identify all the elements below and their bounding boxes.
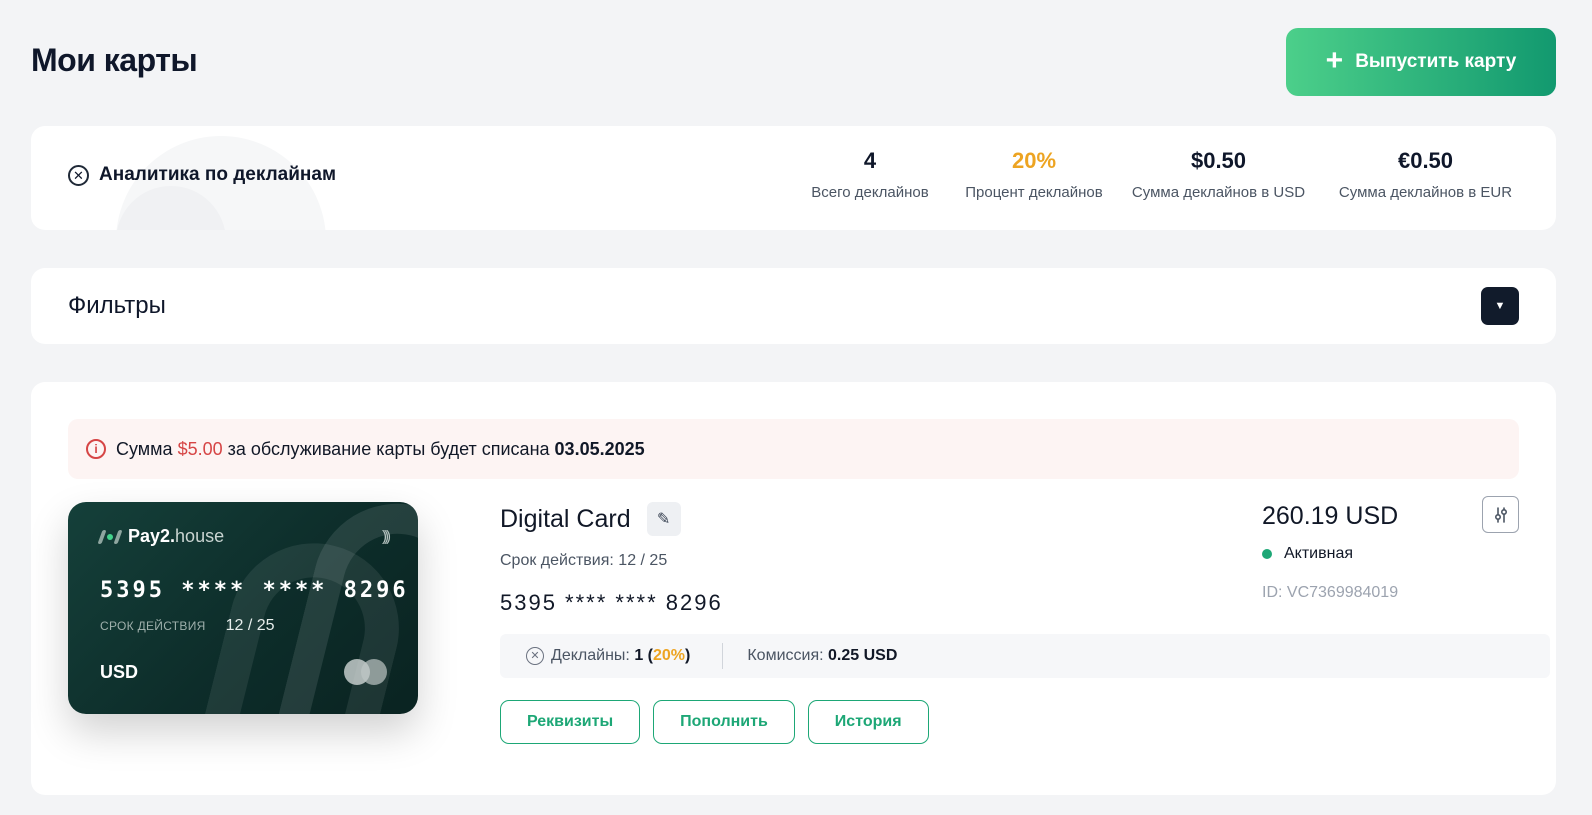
declines-close: ) [685, 647, 691, 664]
filters-title: Фильтры [68, 292, 166, 319]
x-circle-icon: ✕ [68, 164, 89, 186]
page-title: Мои карты [31, 42, 198, 78]
mastercard-icon [344, 659, 388, 685]
notice-prefix: Сумма [116, 438, 173, 459]
analytics-title-text: Аналитика по деклайнам [99, 164, 336, 185]
notice-date: 03.05.2025 [554, 438, 645, 459]
stat-value: $0.50 [1190, 148, 1247, 173]
page-header: Мои карты + Выпустить карту [31, 28, 1556, 96]
stat-label: Сумма деклайнов в USD [1131, 184, 1306, 201]
edit-card-name-button[interactable]: ✎ [646, 502, 681, 536]
stat-value: 20% [1011, 148, 1057, 173]
issue-card-button[interactable]: + Выпустить карту [1286, 28, 1556, 96]
pencil-icon: ✎ [656, 511, 671, 528]
declines-count: 1 ( [634, 647, 653, 664]
stat-value: €0.50 [1397, 148, 1454, 173]
card-validity: Срок действия: 12 / 25 [500, 552, 668, 569]
plus-icon: + [1325, 44, 1344, 77]
card-name: Digital Card [500, 504, 631, 533]
details-button[interactable]: Реквизиты [500, 700, 641, 744]
cards-list-panel: i Сумма $5.00 за обслуживание карты буде… [31, 382, 1556, 795]
decline-analytics-panel: ✕ Аналитика по деклайнам 4 Всего деклайн… [31, 126, 1556, 230]
divider [722, 643, 724, 669]
stat-decline-sum-usd: $0.50 Сумма деклайнов в USD [1121, 146, 1316, 201]
card-visual-expiry: СРОК ДЕЙСТВИЯ 12 / 25 [100, 617, 275, 635]
logo-brand-bold: Pay2. [128, 526, 176, 546]
card-visual-expiry-label: СРОК ДЕЙСТВИЯ [100, 619, 206, 633]
commission-value: 0.25 USD [828, 647, 898, 664]
card-name-row: Digital Card ✎ [500, 502, 681, 536]
notice-amount: $5.00 [177, 438, 223, 459]
analytics-title: ✕ Аналитика по деклайнам [68, 164, 336, 186]
stat-decline-percent: 20% Процент деклайнов [944, 146, 1124, 201]
issue-card-label: Выпустить карту [1355, 51, 1517, 72]
card-settings-button[interactable] [1482, 496, 1519, 533]
declines-label: Деклайны: [551, 647, 630, 664]
card-visual[interactable]: Pay2.house ))) 5395 **** **** 8296 СРОК … [68, 502, 418, 714]
commission-label: Комиссия: [747, 647, 824, 664]
stat-value: 4 [863, 148, 877, 173]
card-meta-bar: ✕ Деклайны: 1 (20%) Комиссия: 0.25 USD [500, 634, 1550, 678]
card-pan: 5395 **** **** 8296 [500, 590, 723, 615]
logo-mark-icon [97, 529, 123, 544]
card-actions: Реквизиты Пополнить История [500, 700, 929, 744]
notice-middle: за обслуживание карты будет списана [227, 438, 550, 459]
pay2house-logo: Pay2.house [97, 526, 225, 547]
history-button[interactable]: История [807, 700, 929, 744]
stat-label: Всего деклайнов [811, 184, 929, 201]
stat-label: Процент деклайнов [965, 184, 1103, 201]
status-dot-icon [1262, 549, 1272, 559]
info-icon: i [86, 439, 106, 459]
service-fee-notice: i Сумма $5.00 за обслуживание карты буде… [68, 419, 1519, 479]
chevron-down-icon: ▼ [1494, 300, 1506, 312]
card-visual-number: 5395 **** **** 8296 [100, 578, 409, 603]
sliders-icon [1494, 506, 1507, 523]
logo-brand-light: house [175, 526, 225, 546]
card-status: Активная [1262, 545, 1353, 563]
declines-percent: 20% [653, 647, 686, 664]
card-visual-expiry-value: 12 / 25 [225, 617, 275, 634]
filters-panel[interactable]: Фильтры ▼ [31, 268, 1556, 344]
stat-label: Сумма деклайнов в EUR [1338, 184, 1513, 201]
card-balance: 260.19 USD [1262, 502, 1399, 530]
topup-button[interactable]: Пополнить [653, 700, 795, 744]
card-status-text: Активная [1284, 545, 1354, 562]
notice-text: Сумма $5.00 за обслуживание карты будет … [116, 439, 645, 460]
filters-toggle-button[interactable]: ▼ [1481, 287, 1519, 325]
card-id: ID: VC7369984019 [1262, 584, 1399, 601]
card-visual-currency: USD [100, 662, 139, 682]
contactless-icon: ))) [382, 528, 391, 545]
stat-decline-sum-eur: €0.50 Сумма деклайнов в EUR [1329, 146, 1522, 201]
stat-total-declines: 4 Всего деклайнов [789, 146, 951, 201]
x-circle-icon: ✕ [526, 647, 544, 665]
